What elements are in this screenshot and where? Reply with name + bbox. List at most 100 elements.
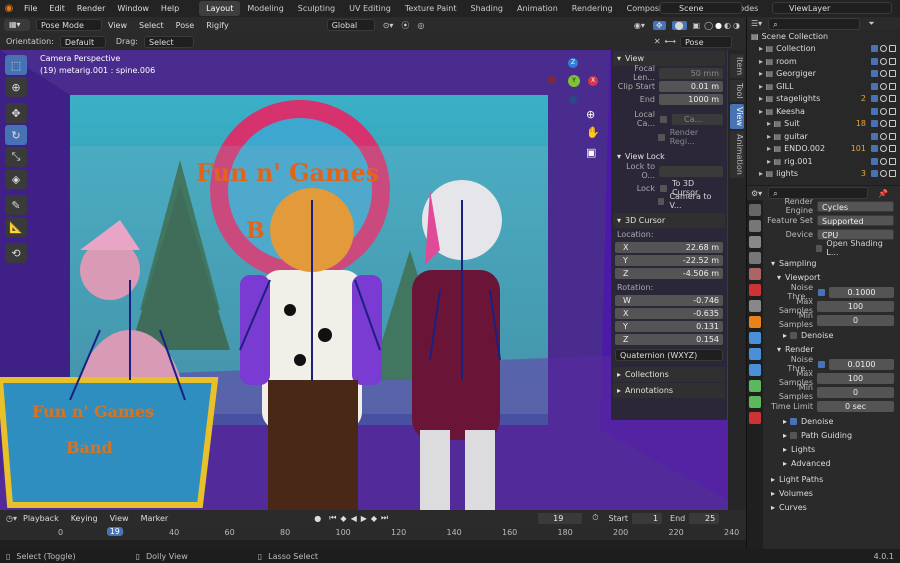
- collection-props-icon[interactable]: [749, 300, 761, 312]
- exclude-checkbox[interactable]: [871, 57, 878, 65]
- tab-modeling[interactable]: Modeling: [240, 1, 290, 16]
- shading-solid-icon[interactable]: ●: [715, 21, 722, 30]
- eye-icon[interactable]: [880, 57, 887, 65]
- 3d-cursor-section-header[interactable]: ▾ 3D Cursor: [613, 213, 725, 228]
- eye-icon[interactable]: [880, 107, 887, 115]
- start-frame-field[interactable]: 1: [632, 512, 663, 524]
- world-props-icon[interactable]: [749, 284, 761, 296]
- relax-pose-tool-icon[interactable]: ⟲: [5, 243, 27, 263]
- orientation-dropdown[interactable]: Default: [59, 35, 106, 48]
- end-frame-field[interactable]: 25: [689, 512, 720, 524]
- outliner-item[interactable]: ▸ ▤ Keesha: [747, 105, 900, 118]
- render-subsection[interactable]: ▾ Render: [773, 342, 900, 356]
- tab-animation[interactable]: Animation: [510, 1, 565, 16]
- lights-section[interactable]: ▸ Lights: [779, 442, 900, 456]
- exclude-checkbox[interactable]: [871, 45, 878, 53]
- feature-set-field[interactable]: Feature Set Supported: [767, 214, 894, 226]
- camera-icon[interactable]: [889, 170, 896, 178]
- render-min-samples-field[interactable]: Min Samples 0: [767, 383, 894, 401]
- editor-type-button[interactable]: ▦▾: [4, 19, 30, 31]
- viewport-denoise-section[interactable]: ▸ Denoise: [779, 328, 900, 342]
- exclude-checkbox[interactable]: [871, 82, 878, 90]
- data-props-icon[interactable]: [749, 396, 761, 408]
- cursor-rot-x[interactable]: X -0.635: [615, 307, 723, 319]
- outliner-item[interactable]: ▸ ▤ rig.001: [747, 155, 900, 168]
- eye-icon[interactable]: [880, 157, 887, 165]
- focal-length-value[interactable]: 50 mm: [659, 67, 723, 79]
- outliner-item[interactable]: ▸ ▤ lights 3: [747, 168, 900, 181]
- render-max-samples-value[interactable]: 100: [817, 372, 894, 384]
- camera-icon[interactable]: [889, 120, 896, 128]
- tab-texture-paint[interactable]: Texture Paint: [398, 1, 464, 16]
- tab-shading[interactable]: Shading: [463, 1, 510, 16]
- gizmo-neg-x[interactable]: [548, 76, 556, 84]
- cursor-loc-z[interactable]: Z -4.506 m: [615, 267, 723, 279]
- proportional-icon[interactable]: ◎: [417, 21, 424, 30]
- particles-props-icon[interactable]: [749, 348, 761, 360]
- modifier-props-icon[interactable]: [749, 332, 761, 344]
- pose-options-dropdown[interactable]: Pose Options: [680, 35, 732, 58]
- rotation-mode-dropdown[interactable]: Quaternion (WXYZ): [615, 349, 723, 361]
- camera-to-view-field[interactable]: Camera to V...: [615, 192, 723, 210]
- time-limit-field[interactable]: Time Limit 0 sec: [767, 400, 894, 412]
- loc-y-value[interactable]: -22.52 m: [683, 255, 719, 266]
- exclude-checkbox[interactable]: [871, 157, 878, 165]
- path-guiding-section[interactable]: ▸ Path Guiding: [779, 428, 900, 442]
- rot-y-value[interactable]: 0.131: [696, 321, 719, 332]
- gizmo-z-axis[interactable]: Z: [568, 58, 578, 68]
- hand-pan-icon[interactable]: ✋: [586, 126, 600, 139]
- camera-icon[interactable]: [889, 157, 896, 165]
- menu-file[interactable]: File: [18, 4, 43, 13]
- visibility-icon[interactable]: ◉▾: [634, 21, 645, 30]
- mode-selector[interactable]: Pose Mode: [36, 19, 102, 31]
- outliner-search-input[interactable]: ⌕: [768, 17, 861, 30]
- jump-start-icon[interactable]: ⏮: [329, 513, 336, 523]
- camera-to-view-checkbox[interactable]: [657, 197, 665, 205]
- open-shading-checkbox[interactable]: [815, 244, 823, 252]
- open-shading-field[interactable]: Open Shading L...: [767, 239, 894, 257]
- clip-start-field[interactable]: Clip Start 0.01 m: [615, 80, 723, 92]
- properties-editor-icon[interactable]: ⚙▾: [751, 189, 762, 198]
- move-tool-icon[interactable]: ✥: [5, 103, 27, 123]
- exclude-checkbox[interactable]: [871, 132, 878, 140]
- collections-section-header[interactable]: ▸ Collections: [613, 367, 725, 382]
- path-guiding-checkbox[interactable]: [790, 431, 798, 439]
- cursor-rot-w[interactable]: W -0.746: [615, 294, 723, 306]
- lock-to-object-value[interactable]: [659, 165, 723, 177]
- gizmo-neg-z[interactable]: [569, 96, 577, 104]
- menu-select[interactable]: Select: [133, 21, 170, 30]
- play-reverse-icon[interactable]: ◀: [351, 514, 357, 523]
- camera-icon[interactable]: [889, 82, 896, 90]
- tab-item[interactable]: Item: [730, 54, 744, 79]
- view-layer-selector[interactable]: ViewLayer: [772, 2, 892, 14]
- eye-icon[interactable]: [880, 132, 887, 140]
- viewport-min-samples-value[interactable]: 0: [817, 314, 894, 326]
- menu-marker[interactable]: Marker: [135, 514, 175, 523]
- navigation-gizmo[interactable]: Z Y X: [546, 58, 600, 112]
- tab-tool[interactable]: Tool: [730, 80, 744, 102]
- camera-icon[interactable]: [889, 145, 896, 153]
- pin-icon[interactable]: 📌: [878, 189, 888, 198]
- outliner-item[interactable]: ▸ ▤ Suit 18: [747, 118, 900, 131]
- tool-props-icon[interactable]: [749, 204, 761, 216]
- rotate-tool-icon[interactable]: ↻: [5, 125, 27, 145]
- tab-rendering[interactable]: Rendering: [565, 1, 620, 16]
- focal-length-field[interactable]: Focal Len... 50 mm: [615, 64, 723, 82]
- annotations-section-header[interactable]: ▸ Annotations: [613, 383, 725, 398]
- sampling-section[interactable]: ▾ Sampling: [767, 256, 900, 270]
- annotate-tool-icon[interactable]: ✎: [5, 195, 27, 215]
- pivot-icon[interactable]: ⊙▾: [383, 21, 394, 30]
- tab-animation-sidebar[interactable]: Animation: [730, 130, 744, 178]
- render-props-icon[interactable]: [749, 220, 761, 232]
- record-icon[interactable]: ●: [314, 514, 321, 523]
- outliner-item[interactable]: ▸ ▤ Georgiger: [747, 68, 900, 81]
- eye-icon[interactable]: [880, 120, 887, 128]
- feature-set-value[interactable]: Supported: [817, 214, 894, 226]
- menu-help[interactable]: Help: [155, 4, 185, 13]
- loc-x-value[interactable]: 22.68 m: [686, 242, 719, 253]
- exclude-checkbox[interactable]: [871, 95, 878, 103]
- next-key-icon[interactable]: ◆: [371, 514, 377, 523]
- menu-playback[interactable]: Playback: [17, 514, 65, 523]
- tab-sculpting[interactable]: Sculpting: [291, 1, 342, 16]
- eye-icon[interactable]: [880, 45, 887, 53]
